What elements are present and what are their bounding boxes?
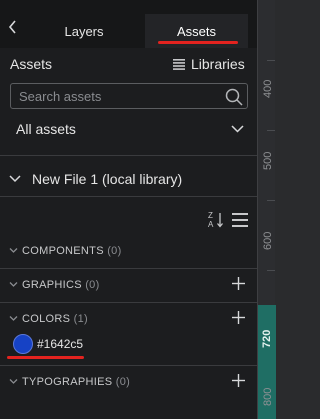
library-header[interactable]: New File 1 (local library) <box>0 164 257 194</box>
chevron-down-icon <box>9 175 21 183</box>
svg-text:Z: Z <box>208 211 213 220</box>
asset-filter-value: All assets <box>16 121 76 137</box>
ruler-line <box>267 200 275 201</box>
libraries-label: Libraries <box>191 56 245 72</box>
ruler-tick-label: 400 <box>262 79 274 98</box>
color-swatch[interactable] <box>13 334 33 354</box>
tab-assets-label: Assets <box>176 23 216 39</box>
divider <box>0 302 257 303</box>
chevron-left-icon[interactable] <box>6 19 20 35</box>
assets-workspace: Layers Assets Assets Libraries Search as… <box>0 0 276 419</box>
section-title: COLORS <box>22 313 71 325</box>
ruler-tick: 500 <box>260 151 276 170</box>
ruler-tick: 400 <box>260 79 276 98</box>
search-icon[interactable] <box>224 87 244 107</box>
divider <box>0 155 257 156</box>
ruler-tick: 600 <box>260 231 276 250</box>
section-typographies[interactable]: TYPOGRAPHIES (0) <box>0 373 257 393</box>
sidebar-panel: Layers Assets Assets Libraries Search as… <box>0 0 257 419</box>
section-graphics[interactable]: GRAPHICS (0) <box>0 276 257 296</box>
svg-text:A: A <box>208 220 214 229</box>
ruler-tick: 800 <box>260 387 276 406</box>
chevron-down-icon <box>9 248 18 253</box>
chevron-down-icon <box>9 282 18 287</box>
divider <box>0 196 257 197</box>
list-icon <box>173 58 185 70</box>
section-label: GRAPHICS (0) <box>22 279 100 291</box>
plus-icon[interactable] <box>232 311 245 324</box>
section-label: COMPONENTS (0) <box>22 245 122 257</box>
tab-bar: Layers Assets <box>0 0 257 48</box>
section-count: (1) <box>73 313 88 325</box>
search-input[interactable] <box>19 88 219 104</box>
section-components[interactable]: COMPONENTS (0) <box>0 242 257 262</box>
chevron-down-icon <box>231 125 244 133</box>
section-count: (0) <box>107 245 122 257</box>
chevron-down-icon <box>9 379 18 384</box>
section-count: (0) <box>115 376 131 388</box>
ruler-line <box>267 270 275 271</box>
section-title: GRAPHICS <box>22 279 82 291</box>
ruler-tick-label: 800 <box>262 387 274 406</box>
annotation-underline <box>158 41 238 44</box>
ruler-tick-label: 600 <box>262 231 274 250</box>
tab-layers[interactable]: Layers <box>36 14 132 48</box>
asset-filter-select[interactable]: All assets <box>10 117 248 141</box>
search-box <box>10 83 248 109</box>
ruler-tick-label: 500 <box>262 151 274 170</box>
divider <box>0 365 257 366</box>
plus-icon[interactable] <box>232 374 245 387</box>
library-name: New File 1 (local library) <box>32 171 183 187</box>
ruler-selection-label: 720 <box>258 329 276 348</box>
assets-title: Assets <box>10 56 53 72</box>
annotation-underline <box>7 356 84 359</box>
ruler-line <box>267 130 275 131</box>
section-label: TYPOGRAPHIES (0) <box>22 376 130 388</box>
ruler-line <box>267 60 275 61</box>
vertical-ruler: 400 500 600 720 800 <box>257 0 276 419</box>
plus-icon[interactable] <box>232 277 245 290</box>
section-label: COLORS (1) <box>22 313 88 325</box>
tab-layers-label: Layers <box>64 23 104 39</box>
chevron-down-icon <box>9 316 18 321</box>
divider <box>0 268 257 269</box>
libraries-button[interactable]: Libraries <box>173 56 245 72</box>
section-colors[interactable]: COLORS (1) <box>0 310 257 330</box>
section-count: (0) <box>85 279 100 291</box>
section-title: COMPONENTS <box>22 245 104 257</box>
section-title: TYPOGRAPHIES <box>22 376 113 388</box>
ruler-tick-label: 720 <box>261 329 273 348</box>
menu-icon[interactable] <box>232 212 248 228</box>
color-value-label[interactable]: #1642c5 <box>37 337 83 351</box>
sort-az-icon[interactable]: Z A <box>208 211 224 229</box>
